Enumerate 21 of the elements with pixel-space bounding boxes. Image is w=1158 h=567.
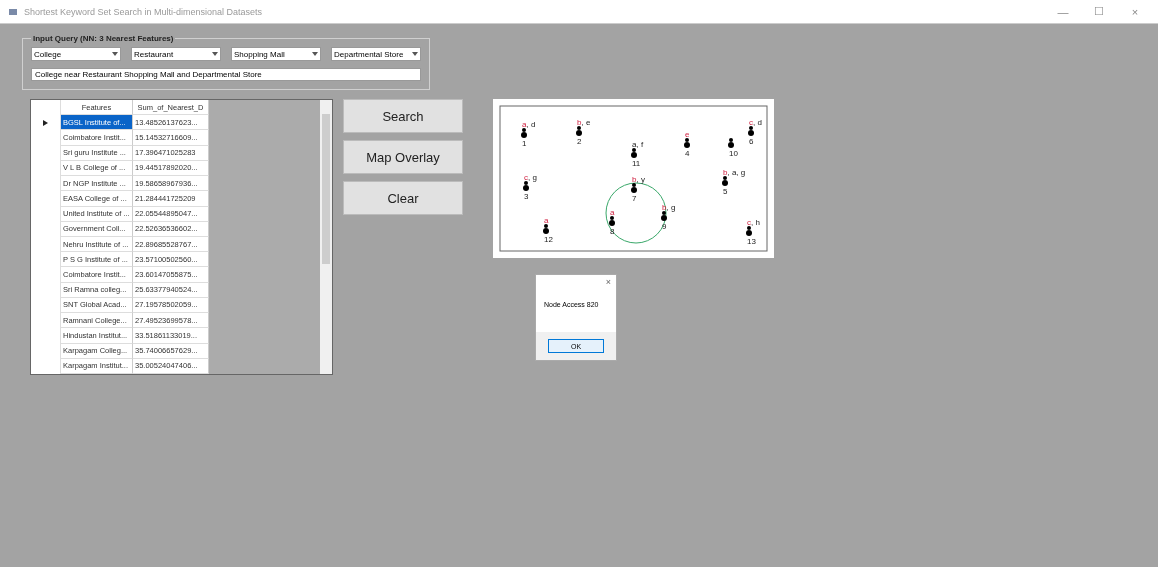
overlay-button[interactable]: Map Overlay <box>343 140 463 174</box>
dropdown[interactable]: Restaurant <box>131 47 221 61</box>
scrollbar[interactable] <box>320 100 332 374</box>
node-map-drawing: 1 a, d 2 b, e 11 a, f 4 e 10 6 c, d 3 c, g 5 b, a, g 7 b, y 8 a 9 b, g 13 c, h 12 a <box>499 105 768 252</box>
window-title: Shortest Keyword Set Search in Multi-dimensional Datasets <box>24 6 264 17</box>
window-control[interactable]: × <box>1120 5 1150 18</box>
app-icon <box>8 6 18 17</box>
window-control[interactable]: ☐ <box>1084 5 1114 18</box>
caret-icon <box>312 52 318 56</box>
caret-icon <box>212 52 218 56</box>
window-control[interactable]: — <box>1048 5 1078 18</box>
caret-icon <box>112 52 118 56</box>
search-button[interactable]: Search <box>343 99 463 133</box>
dropdown[interactable]: Shopping Mall <box>231 47 321 61</box>
query-field[interactable]: College near Restaurant Shopping Mall and Departmental Store <box>31 68 421 81</box>
group-title: Input Query (NN: 3 Nearest Features) <box>32 34 175 43</box>
clear-button[interactable]: Clear <box>343 181 463 215</box>
dropdown[interactable]: Departmental Store <box>331 47 421 61</box>
close-button[interactable]: × <box>600 275 616 289</box>
dropdown[interactable]: College <box>31 47 121 61</box>
caret-icon <box>412 52 418 56</box>
